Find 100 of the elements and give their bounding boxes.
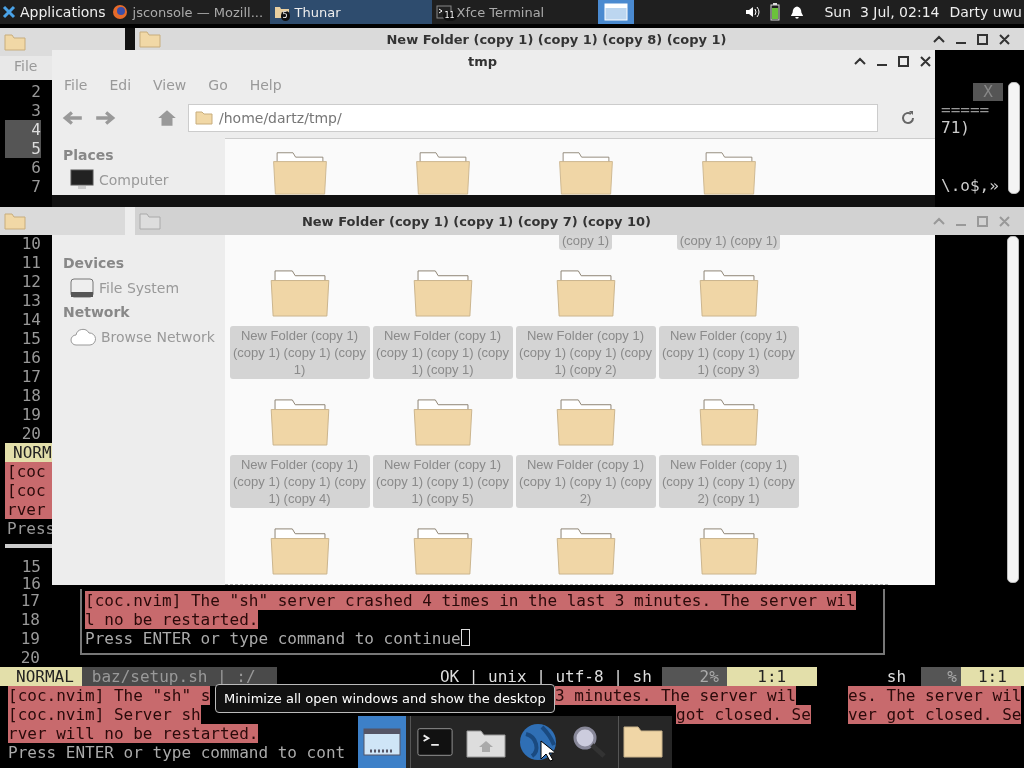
terminal-line: \.o$,» — [941, 176, 999, 195]
folder-name[interactable]: New Folder (copy 1) (copy 1) (copy 1) (copy 1) (copy 4) — [229, 455, 370, 508]
folder-icon[interactable] — [411, 398, 474, 446]
folder-name[interactable]: New Folder (copy 1) (copy 1) (copy 1) (copy 1) (copy 1) — [372, 326, 513, 379]
window-controls-icon[interactable] — [853, 54, 933, 68]
sidebar-item[interactable]: Computer — [52, 166, 225, 193]
folder-icon[interactable] — [697, 527, 760, 575]
line-number: 16 — [20, 348, 41, 367]
scrollbar[interactable] — [1008, 82, 1020, 194]
error-message: 3 minutes. The server wil — [555, 686, 796, 705]
sidebar-item[interactable]: File System — [52, 274, 225, 301]
back-arrow-icon[interactable] — [62, 109, 84, 127]
clock[interactable]: Sun 3 Jul, 02:14 — [824, 4, 940, 20]
terminal-icon — [435, 4, 452, 20]
line-number: 4 — [5, 120, 41, 139]
folder-name[interactable]: New Folder (copy 1) (copy 1) (copy 1) (copy 2) — [515, 455, 656, 508]
line-number: 3 — [30, 101, 41, 120]
folder-name[interactable]: New Folder (copy 1) (copy 1) (copy 1) (copy 1) — [229, 326, 370, 379]
folder-icon — [4, 212, 26, 230]
window-count: 5 — [280, 11, 290, 21]
cursor-position: 1:1 — [726, 667, 817, 686]
prompt-text: Press — [6, 519, 52, 538]
folder-icon[interactable] — [697, 269, 760, 317]
folder-name[interactable]: New Folder (copy 1) (copy 1) (copy 1) (copy 1) (copy 5) — [372, 455, 513, 508]
line-number: 18 — [19, 610, 40, 629]
error-message: ver got closed. Se — [848, 705, 1022, 724]
bell-icon[interactable] — [790, 4, 805, 20]
folder-icon[interactable] — [268, 269, 331, 317]
error-message: l no be restarted. — [85, 610, 259, 629]
globe-icon — [111, 4, 128, 20]
user-name[interactable]: Darty uwu — [949, 4, 1022, 20]
home-icon[interactable] — [156, 109, 178, 127]
menu-item[interactable]: File — [64, 77, 88, 93]
menu-item[interactable]: File — [14, 58, 38, 74]
folder-name[interactable]: New Folder (copy 1) (copy 1) (copy 1) (copy 1) (copy 2) — [515, 326, 656, 379]
line-number: 12 — [20, 272, 41, 291]
window-titlebar[interactable]: New Folder (copy 1) (copy 1) (copy 7) (copy 10) — [135, 207, 1024, 235]
desktop-icon — [603, 3, 628, 21]
folder-icon — [195, 111, 213, 125]
menu-item[interactable]: Go — [208, 77, 228, 93]
menu-item[interactable]: Help — [249, 77, 282, 93]
error-message: [coc.nvim] The "sh" s — [8, 686, 211, 705]
menu-item[interactable]: Edi — [109, 77, 132, 93]
scroll-percent: % — [920, 667, 961, 686]
folder-icon[interactable] — [411, 269, 474, 317]
terminal-line: 71) — [941, 118, 970, 137]
taskbar-button[interactable]: 5 Thunar — [269, 0, 432, 24]
line-number: 17 — [19, 591, 40, 610]
window-controls-icon[interactable] — [932, 32, 1012, 46]
applications-menu[interactable]: Applications — [0, 0, 108, 24]
window-titlebar[interactable]: New Folder (copy 1) (copy 1) (copy 8) (copy 1) — [135, 28, 1024, 50]
window-titlebar[interactable] — [0, 207, 125, 235]
folder-icon[interactable] — [411, 527, 474, 575]
menu-item[interactable]: View — [153, 77, 187, 93]
cursor-position: 1:1 — [960, 667, 1024, 686]
file-type: sh — [886, 667, 908, 686]
line-number: 6 — [30, 158, 41, 177]
folder-icon[interactable] — [268, 398, 331, 446]
battery-icon[interactable] — [770, 3, 781, 21]
sidebar-item[interactable]: Browse Network — [52, 323, 225, 350]
window-title: tmp — [466, 53, 499, 69]
terminal-line: ===== — [941, 100, 990, 119]
error-message: [coc — [5, 462, 52, 481]
folder-icon[interactable] — [554, 527, 617, 575]
xfce-icon — [2, 5, 16, 19]
volume-icon[interactable] — [744, 4, 761, 20]
monitor-icon — [70, 168, 94, 191]
folder-icon[interactable] — [268, 527, 331, 575]
folder-icon — [139, 30, 161, 48]
folder-name[interactable]: New Folder (copy 1) (copy 1) (copy 1) (copy 1) (copy 3) — [658, 326, 799, 379]
error-message: rver — [5, 500, 52, 519]
folder-icon[interactable] — [554, 398, 617, 446]
folder-name[interactable]: (copy 1) — [559, 235, 612, 250]
line-number: 13 — [20, 291, 41, 310]
window-count: 11 — [442, 11, 457, 21]
mouse-pointer-icon — [540, 740, 554, 762]
folder-icon[interactable] — [554, 269, 617, 317]
line-number: 19 — [20, 405, 41, 424]
forward-arrow-icon[interactable] — [94, 109, 116, 127]
folder-icon[interactable] — [697, 398, 760, 446]
line-number: 15 — [20, 329, 41, 348]
folder-name[interactable]: (copy 1) (copy 1) — [676, 235, 781, 250]
line-number: 18 — [20, 386, 41, 405]
folder-name[interactable]: New Folder (copy 1) (copy 1) (copy 1) (copy 2) (copy 1) — [658, 455, 799, 508]
scrollbar[interactable] — [1007, 236, 1019, 583]
tooltip: Minimize all open windows and show the desktop — [215, 684, 555, 713]
cloud-icon — [70, 326, 96, 347]
folder-icon — [139, 212, 161, 230]
path-field[interactable]: /home/dartz/tmp/ — [188, 104, 878, 132]
taskbar-button[interactable]: jsconsole — Mozill... — [107, 0, 270, 24]
line-number: 14 — [20, 310, 41, 329]
error-message: rver will no be restarted. — [8, 724, 259, 743]
show-desktop-button[interactable] — [597, 0, 634, 24]
sidebar-heading: Network — [62, 303, 131, 322]
error-message: [coc — [5, 481, 52, 500]
sidebar-heading: Places — [62, 146, 115, 165]
line-number: 5 — [5, 139, 41, 158]
file-manager-button[interactable] — [618, 716, 666, 768]
scroll-percent: 2% — [661, 667, 727, 686]
reload-icon[interactable] — [900, 110, 916, 126]
